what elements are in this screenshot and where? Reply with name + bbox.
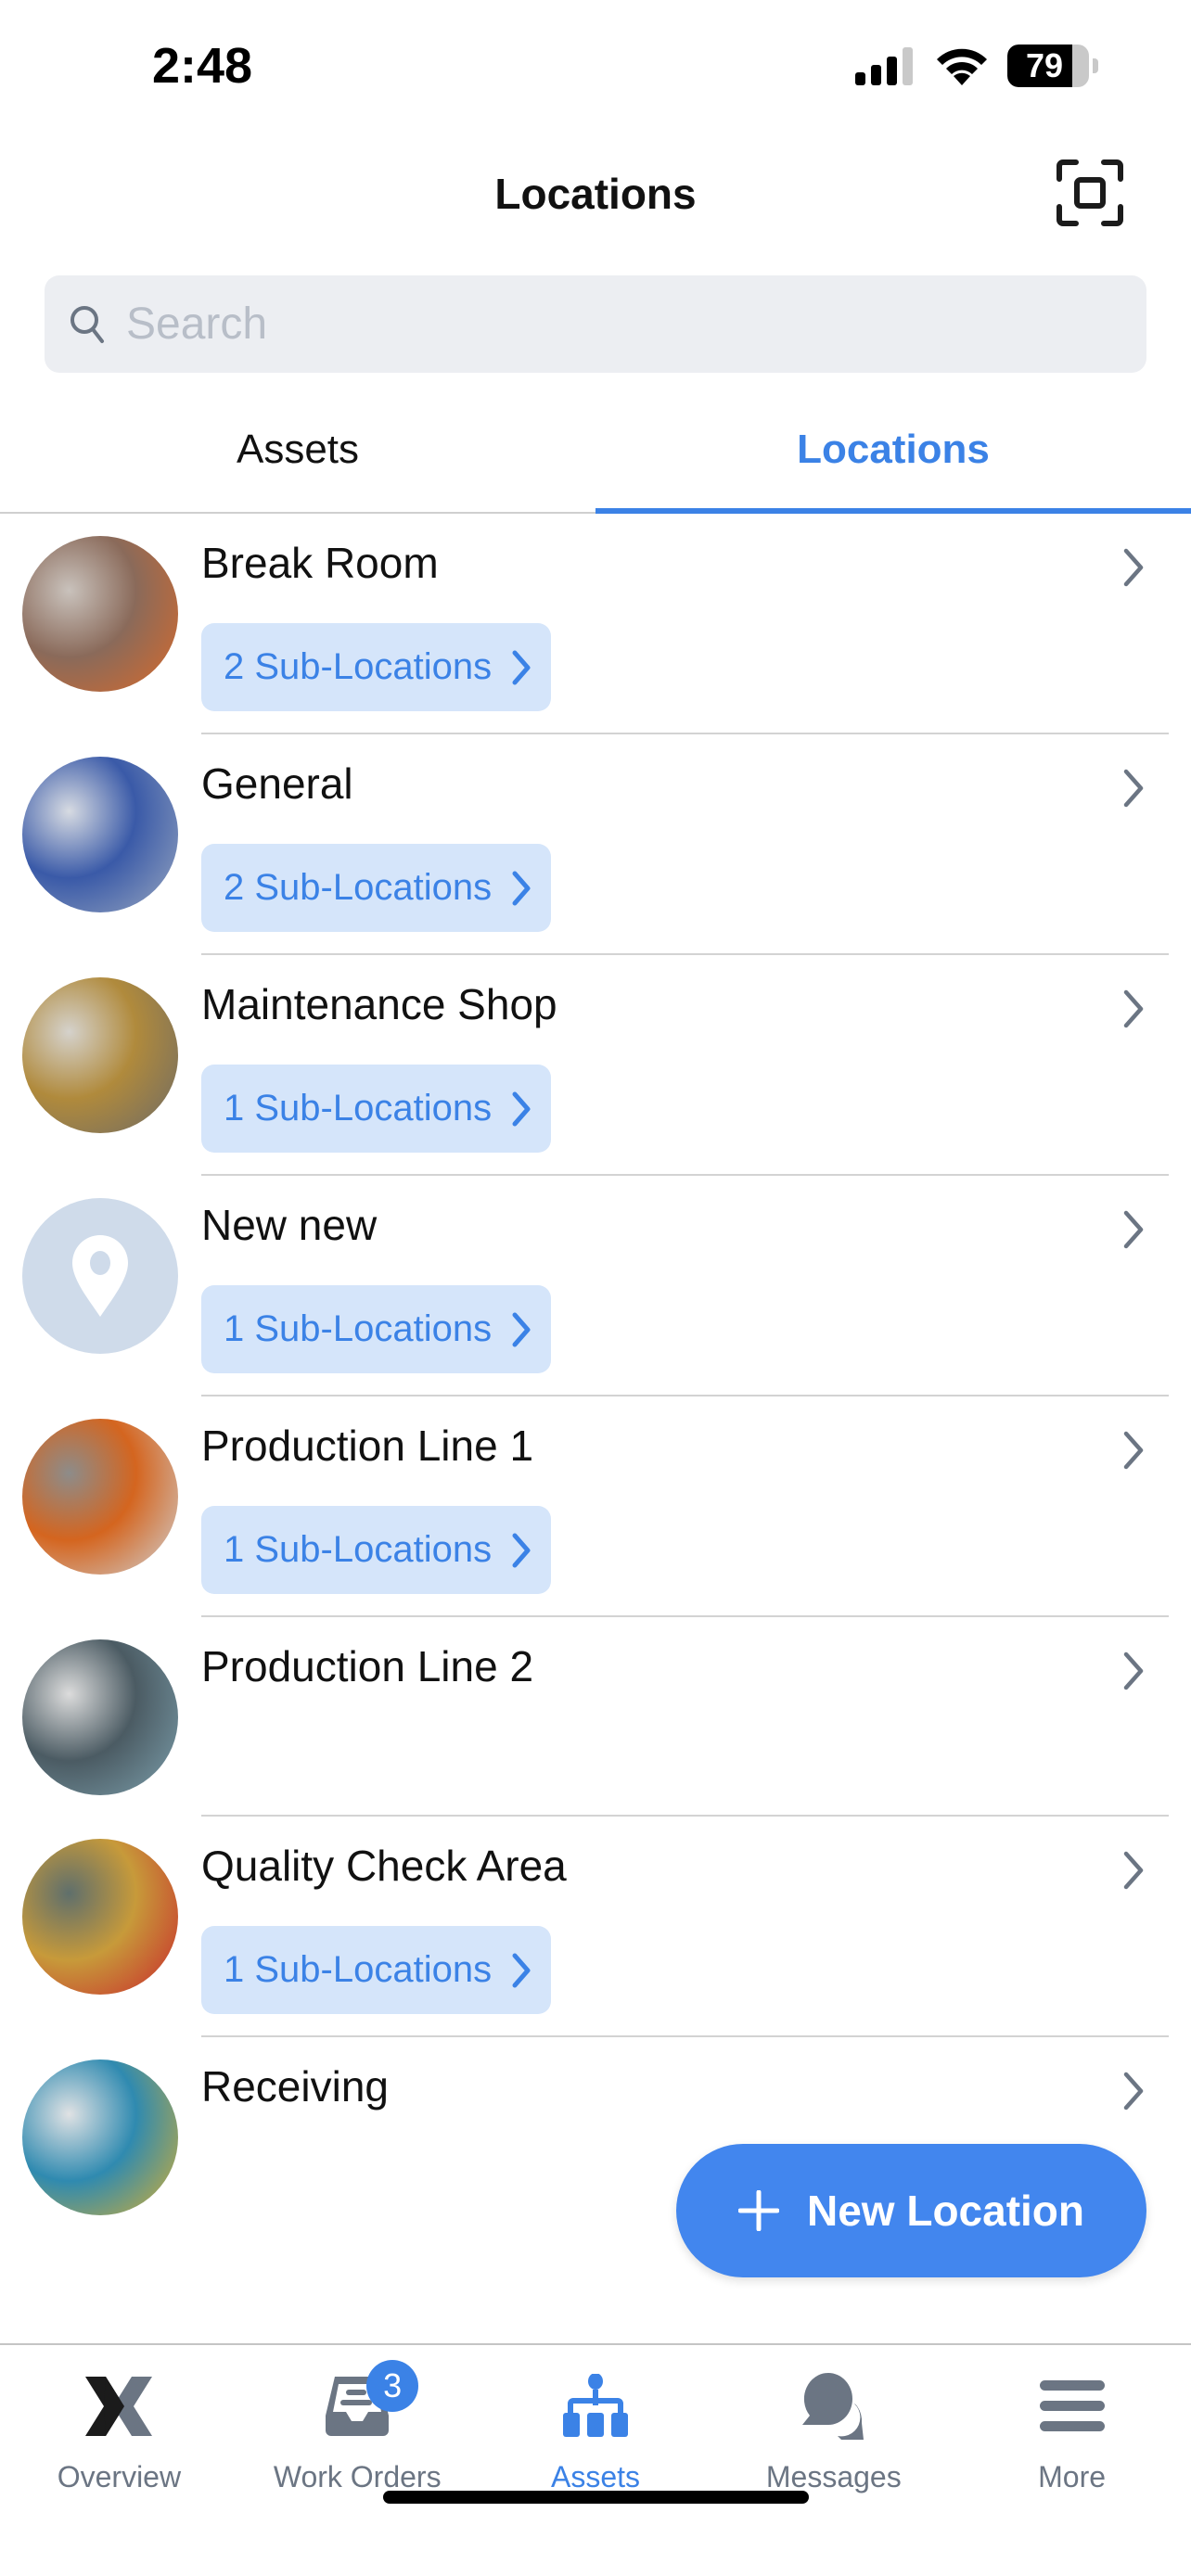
nav-more-icon-wrap (1038, 2367, 1107, 2445)
wifi-icon (937, 48, 987, 85)
chevron-right-icon (512, 650, 531, 684)
location-avatar (22, 1639, 178, 1795)
plus-icon (737, 2190, 779, 2231)
sub-locations-label: 1 Sub-Locations (224, 1529, 493, 1570)
hierarchy-icon (562, 2374, 628, 2437)
nav-messages-icon-wrap (799, 2367, 869, 2445)
nav-work-orders-label: Work Orders (273, 2460, 442, 2493)
work-orders-badge: 3 (366, 2360, 419, 2412)
chevron-right-icon (1123, 1651, 1144, 1690)
menu-icon (1039, 2380, 1105, 2431)
chevron-right-icon (1123, 548, 1144, 587)
search-icon (70, 305, 104, 343)
location-row[interactable]: Production Line 1 1 Sub-Locations (0, 1396, 1191, 1617)
nav-more-label: More (1038, 2460, 1107, 2493)
location-row[interactable]: Maintenance Shop 1 Sub-Locations (0, 955, 1191, 1176)
status-icons: 79 (855, 45, 1098, 87)
location-list: Break Room 2 Sub-Locations General 2 Sub-Lo… (0, 514, 1191, 2237)
location-name: Production Line 2 (201, 1642, 534, 1690)
location-avatar (22, 757, 178, 912)
status-time: 2:48 (152, 38, 253, 94)
sub-locations-label: 2 Sub-Locations (224, 646, 493, 687)
home-indicator (383, 2491, 809, 2504)
chevron-right-icon (512, 1091, 531, 1126)
chevron-right-icon (1123, 1851, 1144, 1890)
chevron-right-icon (512, 1953, 531, 1987)
search-input[interactable] (126, 299, 1054, 350)
sub-locations-label: 2 Sub-Locations (224, 867, 493, 908)
search-bar[interactable] (45, 275, 1146, 373)
location-avatar (22, 2060, 178, 2215)
tab-assets[interactable]: Assets (0, 399, 596, 512)
sub-locations-badge[interactable]: 1 Sub-Locations (201, 1926, 552, 2014)
scan-frame-icon (1057, 159, 1123, 226)
location-avatar (22, 536, 178, 692)
location-name: Maintenance Shop (201, 980, 557, 1028)
sub-locations-label: 1 Sub-Locations (224, 1088, 493, 1129)
location-row[interactable]: General 2 Sub-Locations (0, 734, 1191, 955)
tab-locations-label: Locations (797, 427, 990, 472)
location-name: Receiving (201, 2062, 389, 2111)
sub-locations-badge[interactable]: 1 Sub-Locations (201, 1506, 552, 1594)
tab-locations[interactable]: Locations (596, 399, 1191, 514)
sub-locations-label: 1 Sub-Locations (224, 1949, 493, 1990)
nav-overview[interactable]: Overview (0, 2345, 238, 2576)
page-title: Locations (494, 170, 697, 218)
tab-assets-label: Assets (236, 427, 360, 472)
location-name: Production Line 1 (201, 1422, 534, 1470)
location-row[interactable]: New new 1 Sub-Locations (0, 1176, 1191, 1396)
location-avatar (22, 1839, 178, 1995)
bottom-tab-bar: Overview 3 Work Orders Assets Messages M… (0, 2343, 1191, 2576)
sub-locations-badge[interactable]: 2 Sub-Locations (201, 623, 552, 711)
chevron-right-icon (512, 871, 531, 905)
location-row[interactable]: Break Room 2 Sub-Locations (0, 514, 1191, 734)
location-avatar (22, 1198, 178, 1354)
status-bar: 2:48 79 (0, 0, 1191, 139)
location-pin-icon (72, 1235, 128, 1317)
chevron-right-icon (1123, 1210, 1144, 1249)
nav-assets-label: Assets (550, 2460, 640, 2493)
nav-messages[interactable]: Messages (714, 2345, 953, 2576)
location-row[interactable]: Production Line 2 (0, 1617, 1191, 1817)
location-row[interactable]: Quality Check Area 1 Sub-Locations (0, 1817, 1191, 2037)
battery-nub (1093, 58, 1098, 73)
segment-tabs: Assets Locations (0, 399, 1191, 514)
chevron-right-icon (1123, 2072, 1144, 2111)
sub-locations-badge[interactable]: 1 Sub-Locations (201, 1065, 552, 1153)
new-location-label: New Location (806, 2187, 1085, 2235)
chevron-right-icon (512, 1533, 531, 1567)
battery-percent: 79 (1025, 46, 1064, 84)
nav-overview-icon-wrap (83, 2367, 154, 2445)
sub-locations-label: 1 Sub-Locations (224, 1308, 493, 1349)
nav-assets[interactable]: Assets (477, 2345, 715, 2576)
sub-locations-badge[interactable]: 1 Sub-Locations (201, 1285, 552, 1373)
nav-more[interactable]: More (953, 2345, 1191, 2576)
chevron-right-icon (1123, 1431, 1144, 1470)
location-name: General (201, 759, 353, 808)
location-name: Break Room (201, 539, 439, 587)
chevron-right-icon (512, 1312, 531, 1346)
chevron-right-icon (1123, 989, 1144, 1028)
cellular-signal-icon (855, 47, 913, 85)
overview-logo-icon (85, 2377, 153, 2436)
battery-icon: 79 (1007, 45, 1089, 87)
location-name: New new (201, 1201, 378, 1249)
nav-work-orders-icon-wrap: 3 (322, 2360, 419, 2445)
nav-overview-label: Overview (57, 2460, 182, 2493)
new-location-button[interactable]: New Location (676, 2144, 1146, 2277)
location-avatar (22, 977, 178, 1133)
location-avatar (22, 1419, 178, 1575)
nav-work-orders[interactable]: 3 Work Orders (238, 2345, 477, 2576)
scan-button[interactable] (1053, 156, 1127, 230)
nav-header: Locations (0, 148, 1191, 241)
nav-messages-label: Messages (765, 2460, 902, 2493)
sub-locations-badge[interactable]: 2 Sub-Locations (201, 844, 552, 932)
chevron-right-icon (1123, 769, 1144, 808)
chat-bubbles-icon (800, 2371, 864, 2440)
location-name: Quality Check Area (201, 1842, 567, 1890)
nav-assets-icon-wrap (561, 2367, 630, 2445)
